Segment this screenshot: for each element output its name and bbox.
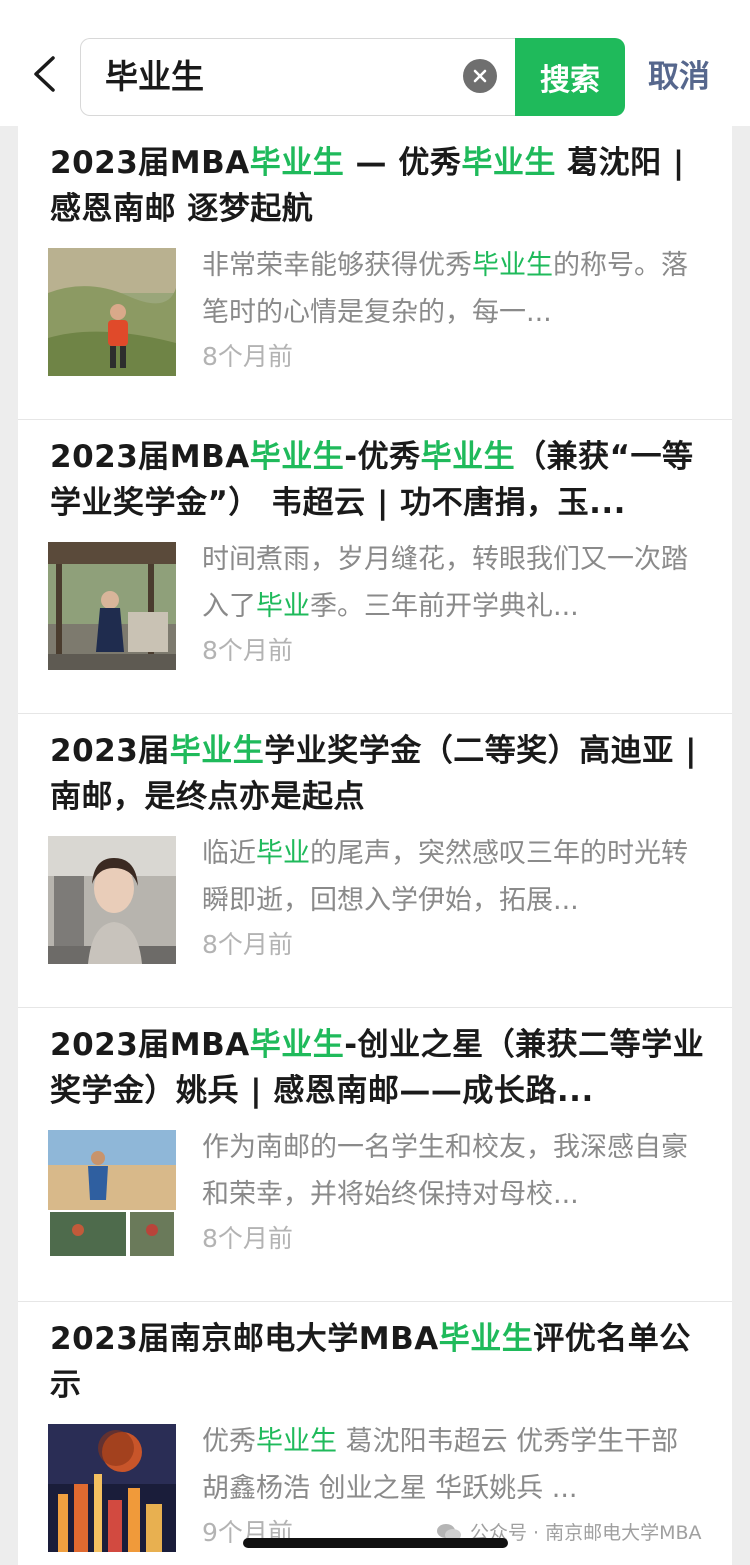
home-indicator[interactable]: [243, 1538, 508, 1548]
result-snippet: 作为南邮的一名学生和校友，我深感自豪和荣幸，并将始终保持对母校...: [202, 1132, 688, 1210]
clear-icon[interactable]: [463, 59, 497, 93]
result-thumbnail: [48, 248, 176, 376]
result-title: 2023届MBA毕业生 — 优秀毕业生 葛沈阳 | 感恩南邮 逐梦起航: [50, 145, 685, 227]
result-title: 2023届MBA毕业生-优秀毕业生（兼获“一等学业奖学金”） 韦超云 | 功不唐…: [50, 439, 694, 521]
results-list: 2023届MBA毕业生 — 优秀毕业生 葛沈阳 | 感恩南邮 逐梦起航 非常荣幸…: [18, 126, 732, 1565]
search-input[interactable]: 毕业生: [80, 38, 520, 116]
result-thumbnail: [48, 836, 176, 964]
result-time: 8个月前: [202, 636, 293, 665]
result-thumbnail: [48, 542, 176, 670]
result-title: 2023届南京邮电大学MBA毕业生评优名单公示: [50, 1321, 691, 1403]
chevron-left-icon: [31, 55, 57, 97]
back-button[interactable]: [26, 56, 62, 96]
cancel-button[interactable]: 取消: [648, 52, 710, 102]
search-query: 毕业生: [105, 57, 204, 96]
result-item[interactable]: 2023届MBA毕业生-创业之星（兼获二等学业奖学金）姚兵 | 感恩南邮——成长…: [18, 1008, 732, 1302]
result-item[interactable]: 2023届MBA毕业生 — 优秀毕业生 葛沈阳 | 感恩南邮 逐梦起航 非常荣幸…: [18, 126, 732, 420]
result-item[interactable]: 2023届毕业生学业奖学金（二等奖）高迪亚 | 南邮，是终点亦是起点 临近毕业的…: [18, 714, 732, 1008]
result-time: 8个月前: [202, 930, 293, 959]
result-thumbnail: [48, 1130, 176, 1258]
search-button[interactable]: 搜索: [515, 38, 625, 116]
result-snippet: 非常荣幸能够获得优秀毕业生的称号。落笔时的心情是复杂的，每一...: [202, 250, 688, 328]
result-thumbnail: [48, 1424, 176, 1552]
result-title: 2023届毕业生学业奖学金（二等奖）高迪亚 | 南邮，是终点亦是起点: [50, 733, 697, 815]
result-snippet: 临近毕业的尾声，突然感叹三年的时光转瞬即逝，回想入学伊始，拓展...: [202, 838, 688, 916]
result-item[interactable]: 2023届MBA毕业生-优秀毕业生（兼获“一等学业奖学金”） 韦超云 | 功不唐…: [18, 420, 732, 714]
result-title: 2023届MBA毕业生-创业之星（兼获二等学业奖学金）姚兵 | 感恩南邮——成长…: [50, 1027, 705, 1109]
search-header: 毕业生 搜索 取消: [0, 0, 750, 126]
result-snippet: 时间煮雨，岁月缝花，转眼我们又一次踏入了毕业季。三年前开学典礼...: [202, 544, 688, 622]
result-snippet: 优秀毕业生 葛沈阳韦超云 优秀学生干部 胡鑫杨浩 创业之星 华跃姚兵 ...: [202, 1426, 679, 1504]
result-time: 8个月前: [202, 342, 293, 371]
result-time: 8个月前: [202, 1224, 293, 1253]
